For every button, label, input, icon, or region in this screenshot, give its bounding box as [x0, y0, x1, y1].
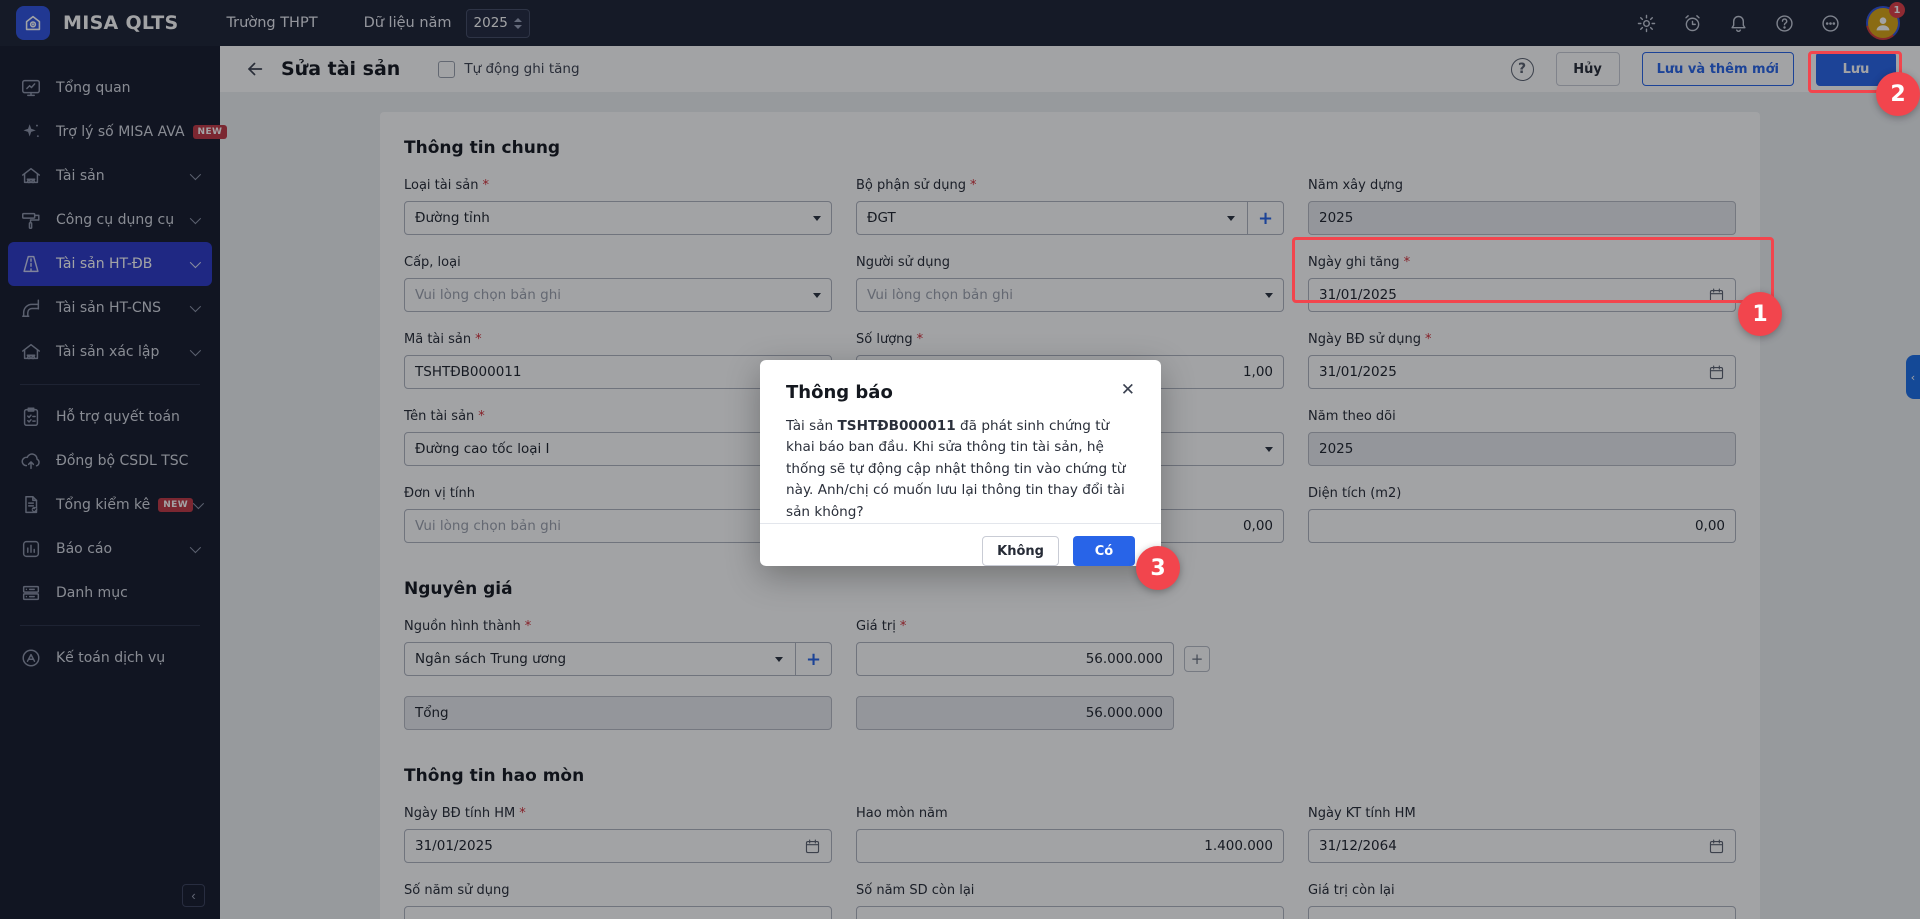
dialog-message: Tài sản TSHTĐB000011 đã phát sinh chứng …: [760, 403, 1161, 523]
annotation-step-3: 3: [1136, 546, 1180, 590]
notification-dialog: Thông báo ✕ Tài sản TSHTĐB000011 đã phát…: [760, 360, 1161, 566]
close-icon[interactable]: ✕: [1121, 382, 1135, 399]
no-button[interactable]: Không: [982, 536, 1059, 566]
yes-button[interactable]: Có: [1073, 536, 1135, 566]
annotation-step-2: 2: [1876, 72, 1920, 116]
annotation-step-1: 1: [1738, 292, 1782, 336]
asset-code: TSHTĐB000011: [838, 418, 956, 434]
dialog-title: Thông báo: [786, 382, 893, 403]
